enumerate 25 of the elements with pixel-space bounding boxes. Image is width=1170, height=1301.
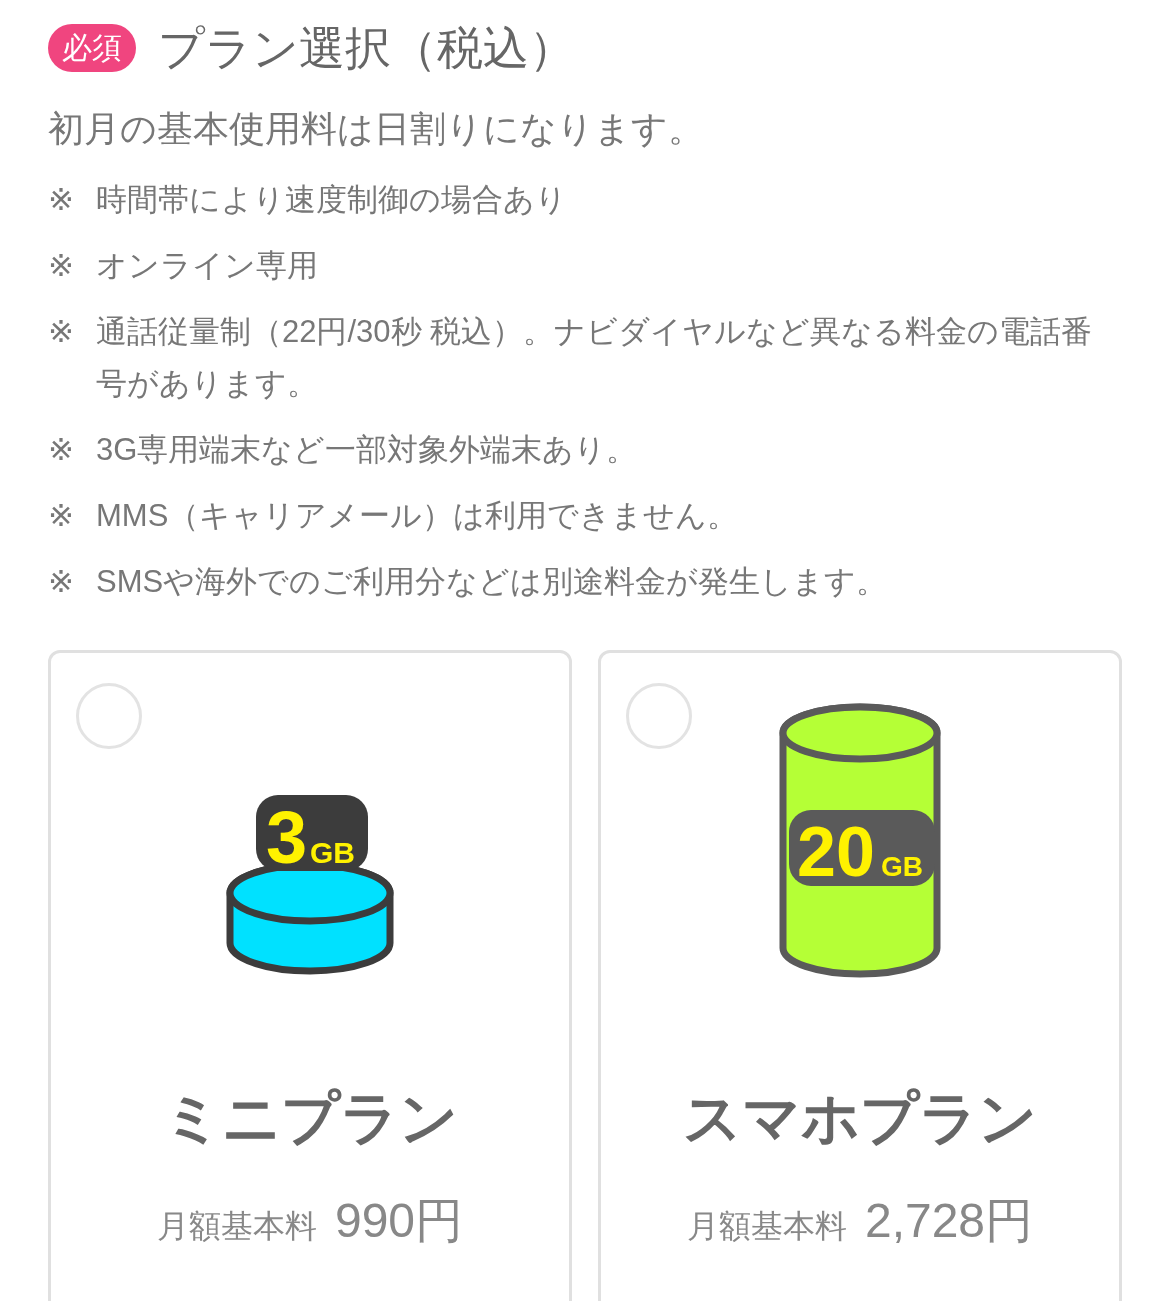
plan-name: スマホプラン <box>683 1084 1037 1152</box>
price-value: 2,728円 <box>864 1193 1034 1249</box>
note-mark: ※ <box>48 247 75 285</box>
note-mark: ※ <box>48 313 75 351</box>
plan-card[interactable]: 3GB ミニプラン 月額基本料 990円 <box>48 650 572 1301</box>
note-mark: ※ <box>48 431 75 469</box>
plan-name: ミニプラン <box>162 1084 458 1152</box>
price-label: 月額基本料 <box>686 1207 847 1246</box>
note-text: 時間帯により速度制御の場合あり <box>96 181 568 219</box>
radio-button[interactable] <box>76 683 142 749</box>
radio-button[interactable] <box>626 683 692 749</box>
required-badge: 必須 <box>48 24 136 72</box>
price-value: 990円 <box>334 1193 464 1249</box>
note-text: 通話従量制（22円/30秒 税込）。ナビダイヤルなど異なる料金の電話番号があります。 <box>96 313 1094 403</box>
plan-card[interactable]: 20 GB スマホプラン 月額基本料 2,728円 <box>598 650 1122 1301</box>
note-mark: ※ <box>48 497 75 535</box>
section-title: プラン選択（税込） <box>158 21 575 76</box>
note-text: MMS（キャリアメール）は利用できません。 <box>96 497 740 535</box>
price-label: 月額基本料 <box>156 1207 317 1246</box>
subtitle: 初月の基本使用料は日割りになります。 <box>48 107 705 151</box>
note-mark: ※ <box>48 563 75 601</box>
note-mark: ※ <box>48 181 75 219</box>
note-text: 3G専用端末など一部対象外端末あり。 <box>96 431 639 469</box>
note-text: SMSや海外でのご利用分などは別途料金が発生します。 <box>96 563 889 601</box>
note-text: オンライン専用 <box>96 247 319 285</box>
